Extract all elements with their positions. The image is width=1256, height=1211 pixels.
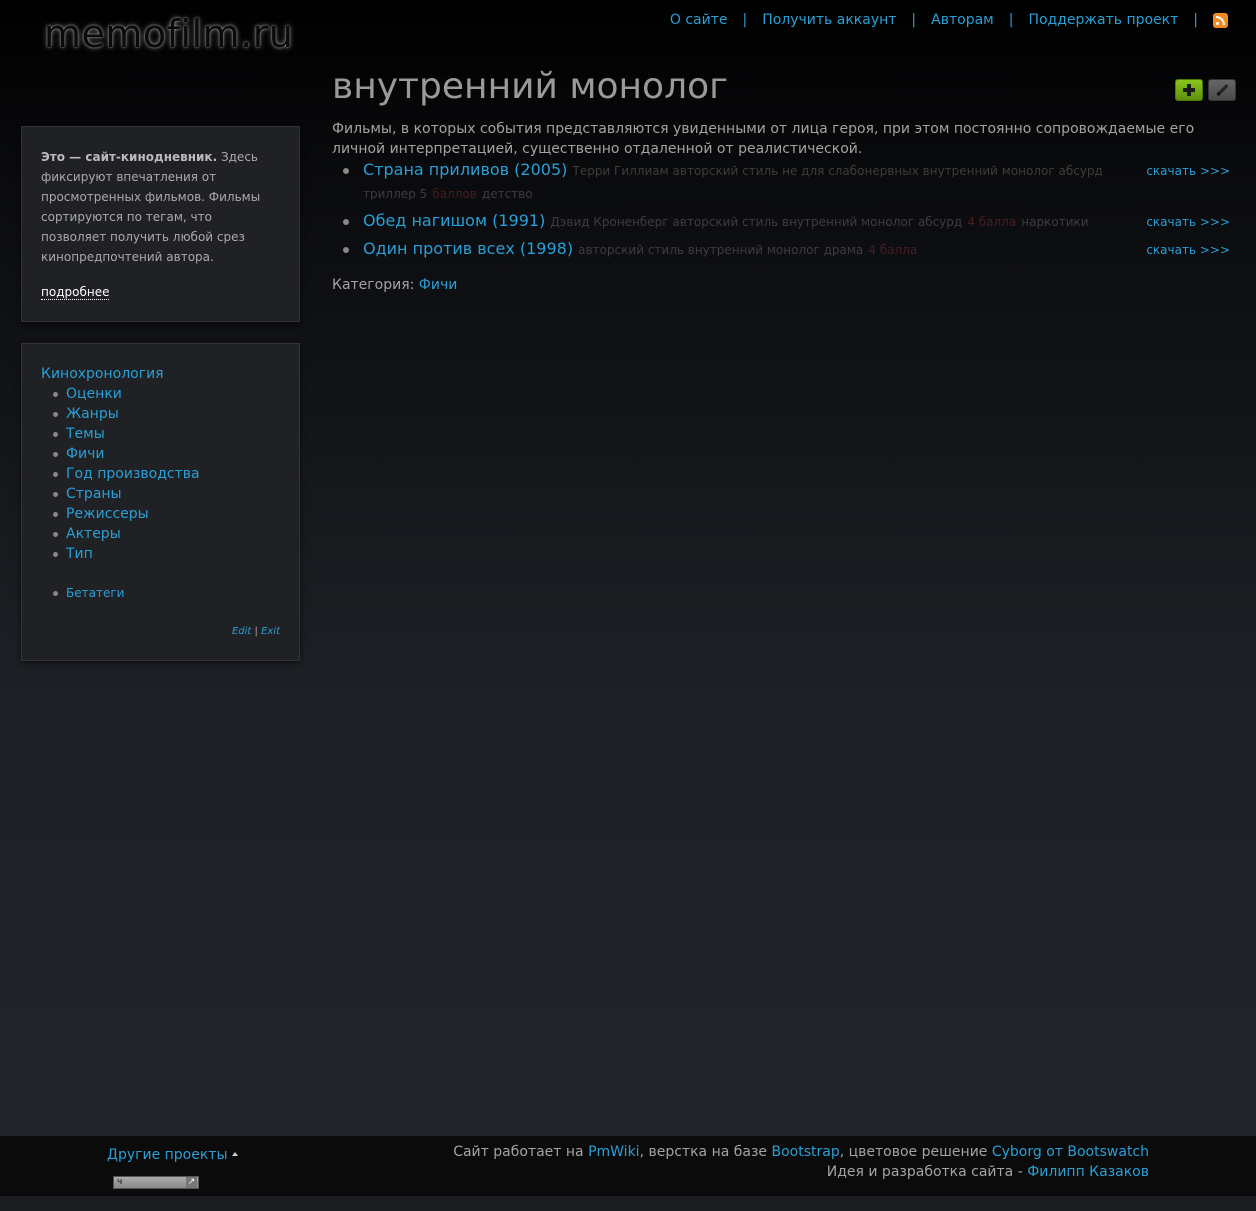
- category-label: Категория:: [332, 277, 415, 293]
- nav-separator: |: [911, 12, 917, 28]
- sidebar-item-countries[interactable]: Страны: [66, 486, 122, 502]
- page-description: Фильмы, в которых события представляются…: [332, 121, 1195, 157]
- sidebar-item-type[interactable]: Тип: [66, 546, 93, 562]
- list-item: Обед нагишом (1991) Дэвид Кроненберг авт…: [340, 210, 1232, 233]
- download-link[interactable]: скачать >>>: [1146, 161, 1230, 182]
- sidebar-item-year[interactable]: Год производства: [66, 466, 200, 482]
- credits-text: , верстка на базе: [639, 1144, 772, 1160]
- page-title: внутренний монолог: [332, 66, 729, 107]
- category: Категория: Фичи: [332, 277, 457, 293]
- top-nav: О сайте | Получить аккаунт | Авторам | П…: [670, 12, 1228, 28]
- other-projects-dropdown[interactable]: Другие проекты: [107, 1147, 238, 1163]
- sidebar-item-chronology[interactable]: Кинохронология: [41, 364, 280, 384]
- sidebar-list-item: Темы: [53, 424, 280, 444]
- film-tags: детство: [481, 187, 533, 201]
- film-title-link[interactable]: Страна приливов (2005): [363, 160, 567, 179]
- nav-separator: |: [742, 12, 748, 28]
- credits-line: Сайт работает на PmWiki, верстка на базе…: [453, 1142, 1149, 1162]
- nav-authors[interactable]: Авторам: [931, 12, 994, 28]
- pmwiki-link[interactable]: PmWiki: [588, 1144, 640, 1160]
- intro-bold: Это — сайт-кинодневник.: [41, 150, 218, 164]
- edit-link[interactable]: Edit: [232, 626, 251, 637]
- footer-credits: Сайт работает на PmWiki, верстка на базе…: [453, 1142, 1149, 1182]
- edit-exit-separator: |: [254, 626, 258, 637]
- sidebar-list-item: Оценки: [53, 384, 280, 404]
- intro-text: Здесь фиксируют впечатления от просмотре…: [41, 150, 261, 264]
- beta-list: Бетатеги: [53, 583, 280, 603]
- nav-get-account[interactable]: Получить аккаунт: [762, 12, 896, 28]
- film-rating: 4 балла: [868, 243, 918, 257]
- edit-button[interactable]: [1208, 79, 1236, 101]
- film-rating: 4 балла: [967, 215, 1017, 229]
- intro-box: Это — сайт-кинодневник. Здесь фиксируют …: [21, 126, 300, 322]
- nav-about[interactable]: О сайте: [670, 12, 728, 28]
- nav-support[interactable]: Поддержать проект: [1028, 12, 1178, 28]
- add-button[interactable]: [1175, 79, 1203, 101]
- nav-separator: |: [1193, 12, 1198, 28]
- credits-text: Идея и разработка сайта -: [826, 1164, 1028, 1180]
- sidebar-item-betatags[interactable]: Бетатеги: [66, 586, 124, 600]
- sidebar-list: Оценки Жанры Темы Фичи Год производства …: [53, 384, 280, 564]
- sidebar-nav: Кинохронология Оценки Жанры Темы Фичи Го…: [21, 343, 300, 661]
- arrow-icon: ↗: [186, 1177, 197, 1188]
- film-list: Страна приливов (2005) Терри Гиллиам авт…: [340, 159, 1232, 266]
- bootstrap-link[interactable]: Bootstrap: [771, 1144, 839, 1160]
- sidebar-item-directors[interactable]: Режиссеры: [66, 506, 149, 522]
- footer: Другие проекты ч ↗ Сайт работает на PmWi…: [0, 1136, 1256, 1196]
- sidebar-list-item: Жанры: [53, 404, 280, 424]
- sidebar-list-item: Страны: [53, 484, 280, 504]
- bottom-strip: [0, 1196, 1256, 1211]
- plus-icon: [1183, 84, 1195, 96]
- sidebar-list-item: Режиссеры: [53, 504, 280, 524]
- sidebar-list-item: Год производства: [53, 464, 280, 484]
- sidebar-list-item: Тип: [53, 544, 280, 564]
- caret-up-icon: [231, 1152, 238, 1156]
- film-title-link[interactable]: Обед нагишом (1991): [363, 211, 545, 230]
- other-projects-label: Другие проекты: [107, 1147, 228, 1163]
- more-link[interactable]: подробнее: [41, 285, 110, 300]
- sidebar-list-item: Актеры: [53, 524, 280, 544]
- film-tags: авторский стиль внутренний монолог драма: [578, 243, 864, 257]
- film-tags: Дэвид Кроненберг авторский стиль внутрен…: [550, 215, 963, 229]
- nav-separator: |: [1008, 12, 1014, 28]
- list-item: Страна приливов (2005) Терри Гиллиам авт…: [340, 159, 1232, 205]
- cyborg-link[interactable]: Cyborg от Bootswatch: [992, 1144, 1149, 1160]
- credits-text: , цветовое решение: [839, 1144, 992, 1160]
- sidebar-list-item: Бетатеги: [53, 583, 280, 603]
- film-rating: баллов: [432, 187, 477, 201]
- sidebar-list-item: Фичи: [53, 444, 280, 464]
- film-tags: наркотики: [1021, 215, 1089, 229]
- sidebar-item-features[interactable]: Фичи: [66, 446, 105, 462]
- site-logo[interactable]: memofilm.ru: [44, 12, 293, 56]
- download-link[interactable]: скачать >>>: [1146, 240, 1230, 261]
- sidebar-item-themes[interactable]: Темы: [66, 426, 105, 442]
- author-link[interactable]: Филипп Казаков: [1027, 1164, 1149, 1180]
- sidebar-item-actors[interactable]: Актеры: [66, 526, 121, 542]
- exit-link[interactable]: Exit: [261, 626, 280, 637]
- sidebar-item-ratings[interactable]: Оценки: [66, 386, 122, 402]
- category-link[interactable]: Фичи: [419, 277, 458, 293]
- edit-exit-links: Edit | Exit: [232, 626, 280, 637]
- list-item: Один против всех (1998) авторский стиль …: [340, 238, 1232, 261]
- credits-line: Идея и разработка сайта - Филипп Казаков: [453, 1162, 1149, 1182]
- film-title-link[interactable]: Один против всех (1998): [363, 239, 573, 258]
- pencil-icon: [1215, 83, 1229, 97]
- visit-counter[interactable]: ч ↗: [113, 1176, 199, 1189]
- rss-icon[interactable]: [1213, 12, 1228, 28]
- counter-text: ч: [117, 1177, 123, 1187]
- credits-text: Сайт работает на: [453, 1144, 589, 1160]
- download-link[interactable]: скачать >>>: [1146, 212, 1230, 233]
- sidebar-item-genres[interactable]: Жанры: [66, 406, 119, 422]
